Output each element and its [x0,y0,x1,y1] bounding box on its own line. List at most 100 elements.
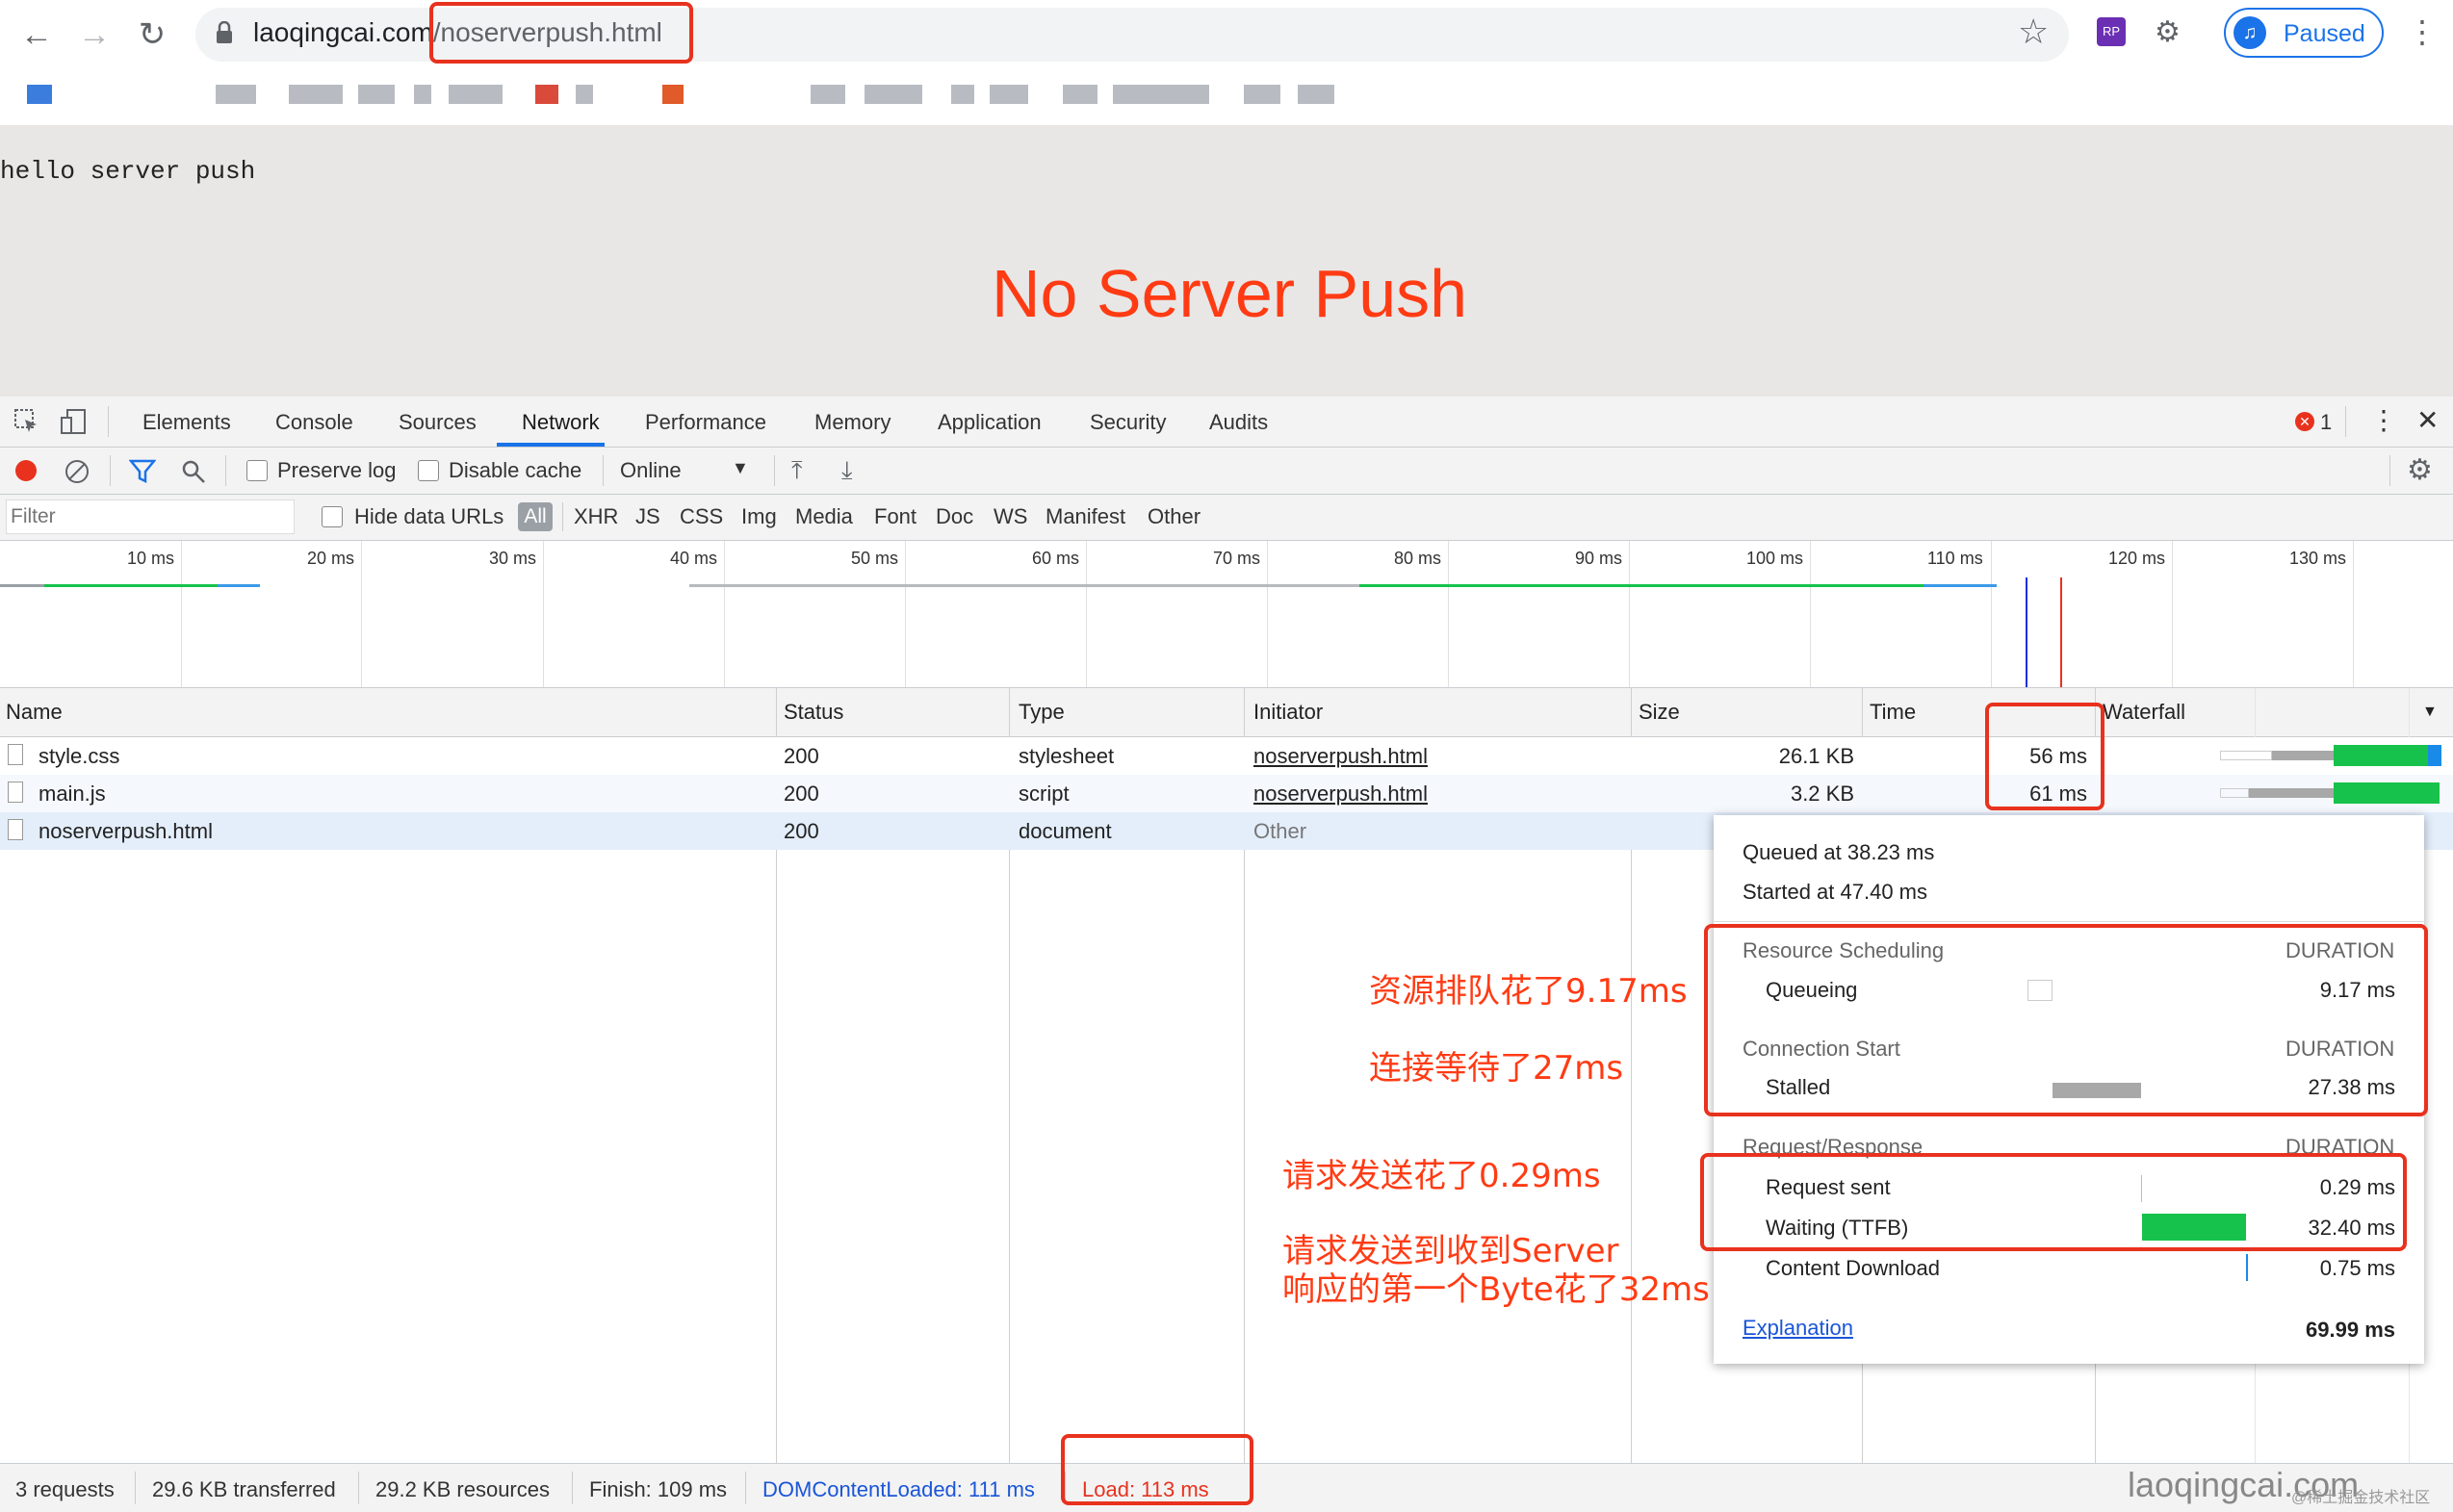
column-header-size[interactable]: Size [1639,700,1680,725]
bookmark-item[interactable] [811,85,845,104]
network-overview-timeline[interactable]: 10 ms 20 ms 30 ms 40 ms 50 ms 60 ms 70 m… [0,541,2453,688]
device-toolbar-icon[interactable] [60,408,89,435]
translate-extension-icon[interactable]: ⚙ [2155,15,2187,48]
annotation-box-load [1061,1434,1253,1505]
filter-type-doc[interactable]: Doc [936,504,973,529]
divider [745,1472,746,1504]
bookmark-item[interactable] [358,85,395,104]
search-icon[interactable] [181,459,206,484]
sort-arrow-icon[interactable]: ▼ [2422,704,2438,721]
filter-type-font[interactable]: Font [874,504,917,529]
timeline-gridline [1086,541,1087,687]
bookmark-item[interactable] [289,85,343,104]
overview-bar [218,584,260,587]
column-header-status[interactable]: Status [784,700,843,725]
preserve-log-checkbox[interactable] [246,460,268,481]
timeline-tick-label: 110 ms [1927,549,1983,568]
resources-size: 29.2 KB resources [375,1477,550,1501]
request-status: 200 [784,744,819,768]
profile-label: Paused [2284,20,2365,47]
clear-icon[interactable] [65,460,89,483]
settings-gear-icon[interactable]: ⚙ [2407,453,2433,487]
close-devtools-icon[interactable]: ✕ [2416,404,2439,436]
filter-icon[interactable] [129,459,156,484]
bookmark-item[interactable] [535,85,558,104]
tab-audits[interactable]: Audits [1209,410,1268,435]
request-count: 3 requests [15,1477,115,1501]
disable-cache-checkbox[interactable] [418,460,439,481]
bookmark-item[interactable] [662,85,684,104]
filter-type-media[interactable]: Media [795,504,853,529]
filter-type-other[interactable]: Other [1148,504,1201,529]
chrome-menu-icon[interactable]: ⋮ [2407,13,2438,50]
file-icon [8,744,23,765]
bookmark-item[interactable] [216,85,256,104]
request-status: 200 [784,819,819,843]
overview-bar [1359,584,1924,587]
import-har-icon[interactable]: ⤒ [791,455,803,486]
bookmark-item[interactable] [1244,85,1280,104]
bookmark-item[interactable] [990,85,1028,104]
reload-icon[interactable]: ↻ [131,13,173,56]
error-count[interactable]: 1 [2320,410,2332,435]
column-header-time[interactable]: Time [1870,700,1916,725]
bookmark-item[interactable] [27,85,52,104]
inspect-element-icon[interactable] [13,408,40,435]
annotation-box-request [1700,1153,2407,1251]
chevron-down-icon[interactable]: ▼ [732,458,749,478]
timeline-tick-label: 120 ms [2108,549,2166,568]
filter-input[interactable] [6,500,295,534]
throttling-select[interactable]: Online [620,458,682,483]
bookmark-item[interactable] [951,85,974,104]
devtools-menu-icon[interactable]: ⋮ [2370,404,2397,436]
tab-network[interactable]: Network [522,410,600,435]
profile-button[interactable]: ♫ Paused [2224,8,2384,58]
content-download-bar [2246,1254,2248,1281]
bookmark-item[interactable] [576,85,593,104]
column-header-waterfall[interactable]: Waterfall [2103,700,2185,725]
page-heading: No Server Push [992,256,1468,331]
tab-elements[interactable]: Elements [142,410,231,435]
filter-type-css[interactable]: CSS [680,504,723,529]
back-arrow-icon[interactable]: ← [15,13,58,56]
explanation-link[interactable]: Explanation [1743,1316,1853,1341]
column-header-name[interactable]: Name [6,700,63,725]
tab-performance[interactable]: Performance [645,410,766,435]
record-icon[interactable] [15,460,37,481]
timeline-gridline [1267,541,1268,687]
filter-type-js[interactable]: JS [635,504,660,529]
tab-sources[interactable]: Sources [399,410,477,435]
divider [225,455,226,486]
bookmark-item[interactable] [865,85,922,104]
waterfall-ttfb-bar [2334,745,2428,766]
request-initiator-link[interactable]: noserverpush.html [1253,782,1428,807]
filter-type-img[interactable]: Img [741,504,777,529]
timeline-gridline [543,541,544,687]
forward-arrow-icon[interactable]: → [73,13,116,56]
bookmark-item[interactable] [414,85,431,104]
filter-type-manifest[interactable]: Manifest [1046,504,1125,529]
tab-console[interactable]: Console [275,410,353,435]
tab-application[interactable]: Application [938,410,1042,435]
filter-type-all[interactable]: All [518,502,553,531]
tab-security[interactable]: Security [1090,410,1166,435]
bookmark-item[interactable] [1063,85,1097,104]
column-header-initiator[interactable]: Initiator [1253,700,1323,725]
filter-type-ws[interactable]: WS [994,504,1027,529]
bookmark-star-icon[interactable]: ☆ [2018,12,2049,52]
hide-data-urls-checkbox[interactable] [322,506,343,527]
error-icon[interactable]: ✕ [2295,412,2314,431]
export-har-icon[interactable]: ⤓ [841,455,853,486]
request-initiator-link[interactable]: noserverpush.html [1253,744,1428,769]
timeline-gridline [905,541,906,687]
bookmark-item[interactable] [1113,85,1209,104]
filter-type-xhr[interactable]: XHR [574,504,618,529]
divider [1714,921,2424,922]
bookmark-item[interactable] [1298,85,1334,104]
extension-rp-icon[interactable]: RP [2097,17,2126,46]
bookmark-item[interactable] [449,85,503,104]
column-header-type[interactable]: Type [1019,700,1065,725]
tab-memory[interactable]: Memory [814,410,891,435]
timeline-gridline [1810,541,1811,687]
annotation-box-url-path [429,2,693,64]
